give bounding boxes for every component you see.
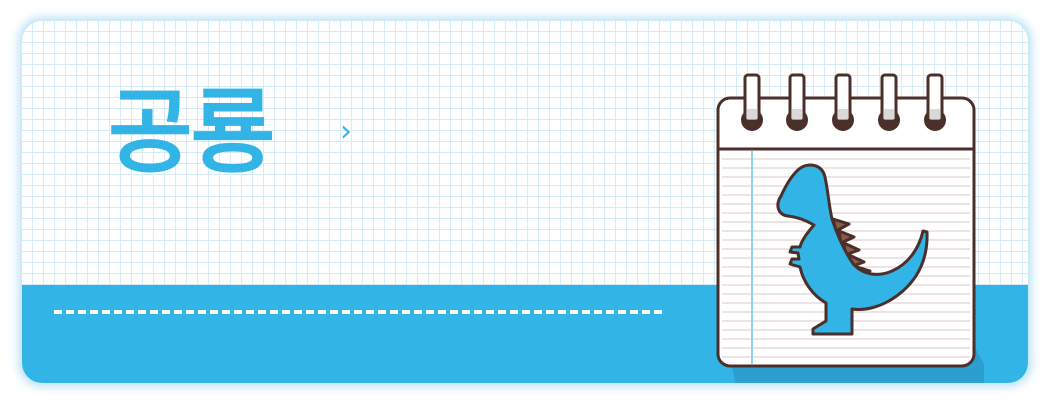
dashed-divider	[54, 310, 662, 314]
notebook-icon	[716, 73, 984, 383]
category-title: 공룡	[108, 79, 275, 186]
chevron-right-icon[interactable]: ›	[340, 115, 352, 149]
category-banner[interactable]: 공룡 ›	[20, 19, 1030, 385]
